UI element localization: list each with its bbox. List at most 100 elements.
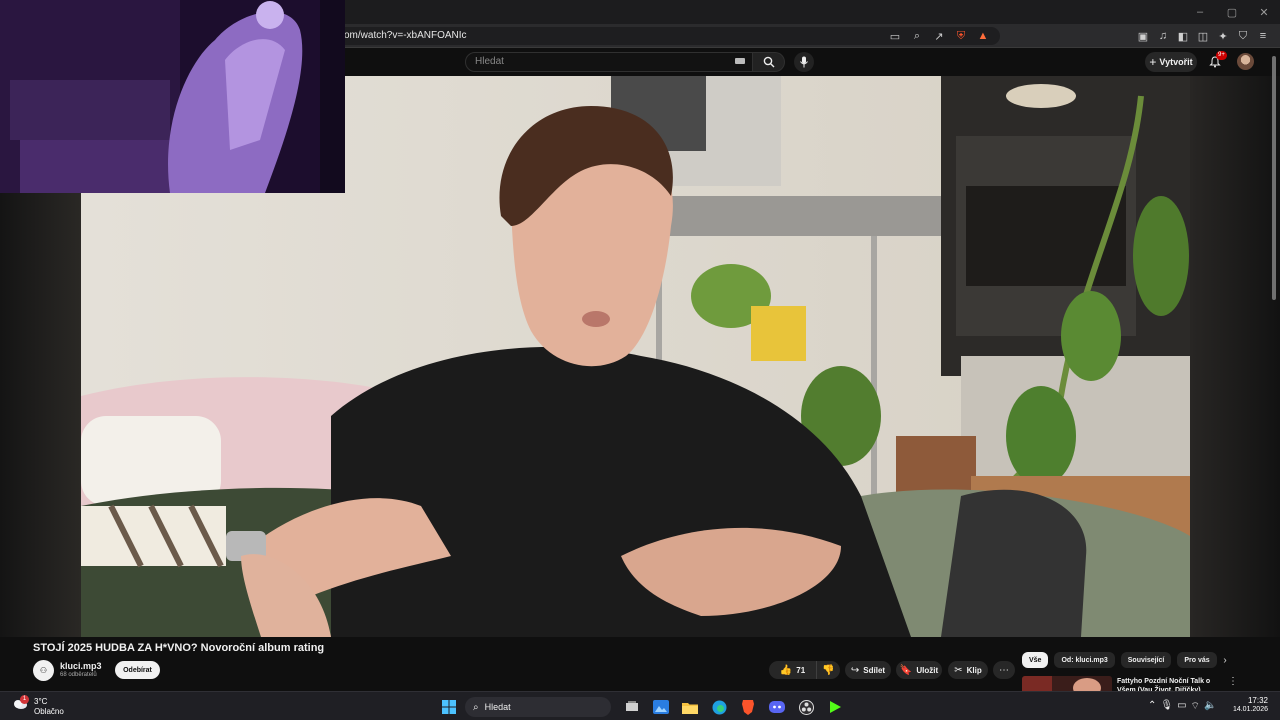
share-label: Sdílet [863, 665, 886, 675]
play-arrow-icon [830, 701, 841, 713]
bookmark-icon: 🔖 [899, 664, 913, 676]
dislike-button[interactable]: 👎 [817, 661, 840, 679]
wallet-extension-icon[interactable]: ◫ [1194, 27, 1212, 45]
chevron-right-icon: › [1223, 654, 1227, 666]
taskbar-search[interactable]: ⌕ Hledat [465, 697, 611, 717]
extensions-bar: ▣ ♫ ◧ ◫ ✦ ⛉ ≡ [1134, 27, 1272, 45]
system-tray: ⌃ 🎙 ▭ ⌔ 🔈 [1148, 700, 1216, 713]
clip-button[interactable]: ✂ Klip [948, 661, 988, 679]
wallet-icon[interactable]: ▣ [1134, 27, 1152, 45]
like-button[interactable]: 👍 71 [769, 661, 817, 679]
recommended-video-thumbnail[interactable] [1022, 676, 1112, 692]
share-icon[interactable]: ↗ [930, 27, 948, 45]
clock-time[interactable]: 17:32 [1238, 696, 1268, 705]
scissors-icon: ✂ [954, 664, 963, 676]
subscribe-button[interactable]: Odebírat [115, 661, 160, 679]
windows-logo-icon [442, 700, 456, 714]
share-arrow-icon: ↪ [850, 664, 860, 676]
channel-name[interactable]: kluci.mp3 [60, 661, 102, 671]
vpn-icon[interactable]: ⛉ [1234, 27, 1252, 45]
taskbar-apps: ⌕ Hledat [438, 696, 846, 718]
weather-condition: Oblačno [34, 707, 64, 716]
cast-icon[interactable]: ▭ [886, 27, 904, 45]
create-button[interactable]: + Vytvořit [1145, 52, 1197, 72]
thumbnail-image [1022, 676, 1112, 692]
mic-icon [800, 56, 808, 68]
channel-logo-icon: ⚇ [39, 666, 48, 675]
recommended-video-title[interactable]: Fattyho Pozdní Noční Talk o Všem (Vau Ži… [1117, 677, 1217, 691]
chips-next-button[interactable]: › [1218, 652, 1232, 668]
streaming-app[interactable] [824, 696, 846, 718]
save-button[interactable]: 🔖 Uložit [896, 661, 942, 679]
volume-icon[interactable]: 🔈 [1204, 700, 1216, 713]
account-avatar[interactable] [1237, 53, 1254, 70]
display-icon[interactable]: ▭ [1177, 700, 1186, 713]
share-button[interactable]: ↪ Sdílet [845, 661, 891, 679]
channel-avatar[interactable]: ⚇ [33, 660, 54, 681]
photos-icon [653, 700, 669, 714]
voice-search-button[interactable] [794, 52, 814, 72]
webcam-feed [0, 0, 345, 193]
more-horizontal-icon: ⋯ [999, 664, 1009, 676]
chip-for-you[interactable]: Pro vás [1177, 652, 1217, 668]
network-icon[interactable]: ⌔ [1191, 700, 1200, 713]
obs-icon [798, 699, 814, 715]
chip-all[interactable]: Vše [1022, 652, 1049, 668]
page-scrollbar[interactable] [1272, 56, 1276, 300]
task-view-button[interactable] [621, 696, 643, 718]
search-icon [763, 56, 774, 68]
minimize-button[interactable]: – [1184, 0, 1216, 24]
sidebar-icon[interactable]: ◧ [1174, 27, 1192, 45]
clip-label: Klip [966, 665, 982, 675]
brave-rewards-icon[interactable]: ▲ [974, 27, 992, 45]
folder-icon [682, 702, 698, 714]
discord-icon [769, 701, 785, 713]
brave-icon [742, 700, 754, 715]
windows-taskbar: 1 3°C Oblačno ⌕ Hledat ⌃ 🎙 ▭ ⌔ 🔈 17:32 1… [0, 691, 1280, 720]
weather-alert-badge: 1 [20, 695, 29, 704]
like-count: 71 [796, 665, 806, 675]
video-title: STOJÍ 2025 HUDBA ZA H*VNO? Novoroční alb… [33, 642, 325, 654]
more-vertical-icon: ⋮ [1228, 676, 1238, 687]
edge-icon [712, 700, 726, 714]
search-icon: ⌕ [473, 701, 479, 713]
chip-related[interactable]: Související [1120, 652, 1172, 668]
window-controls: – ▢ ✕ [1184, 0, 1280, 24]
obs-app[interactable] [795, 696, 817, 718]
photos-app[interactable] [650, 696, 672, 718]
brave-shields-icon[interactable]: ⛨ [952, 27, 970, 45]
brave-app[interactable] [737, 696, 759, 718]
keyboard-icon[interactable] [735, 58, 745, 64]
clock-date[interactable]: 14.01.2026 [1226, 706, 1268, 713]
recommended-video-menu[interactable]: ⋮ [1228, 676, 1238, 687]
zoom-icon[interactable]: ⌕ [908, 27, 926, 45]
discord-app[interactable] [766, 696, 788, 718]
edge-app[interactable] [708, 696, 730, 718]
file-explorer-app[interactable] [679, 696, 701, 718]
like-dislike-group: 👍 71 👎 [769, 661, 840, 679]
more-actions-button[interactable]: ⋯ [993, 661, 1015, 679]
notification-count-badge: 9+ [1216, 51, 1227, 60]
music-icon[interactable]: ♫ [1154, 27, 1172, 45]
search-input[interactable]: Hledat [465, 52, 753, 72]
plus-icon: + [1149, 55, 1157, 69]
ai-chat-icon[interactable]: ✦ [1214, 27, 1232, 45]
chevron-up-icon[interactable]: ⌃ [1148, 700, 1156, 713]
task-view-icon [626, 701, 638, 711]
start-button[interactable] [438, 696, 460, 718]
save-label: Uložit [916, 665, 939, 675]
search-button[interactable] [753, 52, 785, 72]
webcam-overlay [0, 0, 345, 193]
taskbar-search-label: Hledat [484, 702, 511, 712]
related-filter-chips: Vše Od: kluci.mp3 Související Pro vás [1022, 652, 1217, 668]
temperature: 3°C [34, 697, 48, 706]
create-label: Vytvořit [1159, 57, 1193, 67]
thumbs-down-icon: 👎 [822, 664, 835, 676]
maximize-button[interactable]: ▢ [1216, 0, 1248, 24]
chip-from-channel[interactable]: Od: kluci.mp3 [1054, 652, 1115, 668]
close-window-button[interactable]: ✕ [1248, 0, 1280, 24]
menu-icon[interactable]: ≡ [1254, 27, 1272, 45]
video-backdrop-right [1190, 76, 1280, 637]
address-bar-actions: ▭ ⌕ ↗ ⛨ ▲ [886, 27, 992, 45]
microphone-icon[interactable]: 🎙 [1160, 700, 1173, 713]
